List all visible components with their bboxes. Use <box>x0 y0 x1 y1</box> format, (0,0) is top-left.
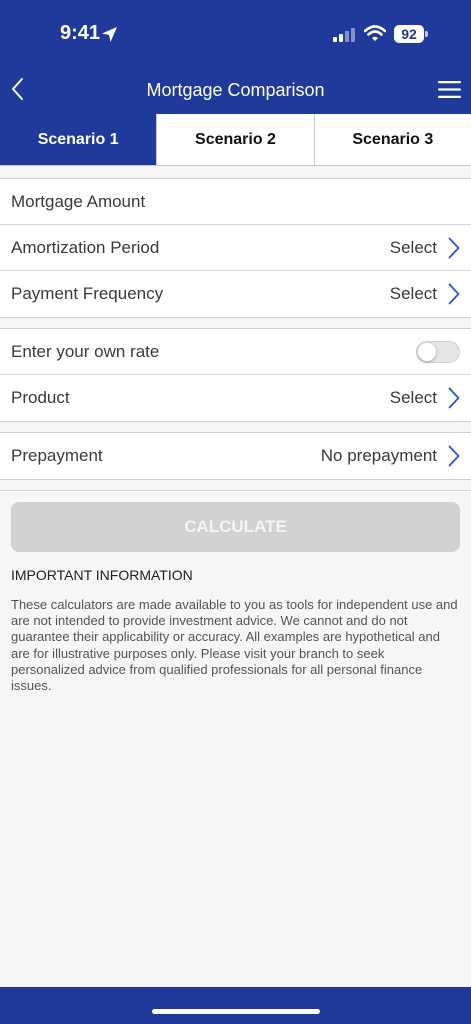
prepayment-group: Prepayment No prepayment <box>0 432 471 480</box>
home-indicator[interactable] <box>152 1009 320 1014</box>
loan-group: Mortgage Amount Amortization Period Sele… <box>0 178 471 318</box>
battery-icon: 92 <box>394 25 424 43</box>
battery-level: 92 <box>401 26 417 42</box>
status-bar: 9:41 92 <box>0 0 471 70</box>
divider <box>0 490 471 491</box>
prepayment-label: Prepayment <box>11 446 103 465</box>
battery-tip <box>425 31 428 37</box>
payment-frequency-row[interactable]: Payment Frequency Select <box>0 271 471 317</box>
rate-group: Enter your own rate Product Select <box>0 328 471 422</box>
info-heading: IMPORTANT INFORMATION <box>11 567 193 583</box>
tab-scenario-3[interactable]: Scenario 3 <box>315 114 471 165</box>
signal-icon <box>333 28 355 42</box>
prepayment-value: No prepayment <box>320 446 437 465</box>
own-rate-toggle[interactable] <box>416 341 460 363</box>
mortgage-amount-label: Mortgage Amount <box>11 192 146 211</box>
mortgage-amount-row[interactable]: Mortgage Amount <box>0 179 471 225</box>
chevron-right-icon <box>448 387 460 409</box>
tab-scenario-2[interactable]: Scenario 2 <box>157 114 315 165</box>
payment-frequency-label: Payment Frequency <box>11 284 164 303</box>
status-time: 9:41 <box>60 22 101 44</box>
product-value: Select <box>389 388 437 407</box>
info-text: These calculators are made available to … <box>11 597 458 694</box>
chevron-right-icon <box>448 237 460 259</box>
toggle-knob <box>418 343 436 361</box>
page-title: Mortgage Comparison <box>146 80 325 100</box>
scenario-tabs: Scenario 1 Scenario 2 Scenario 3 <box>0 114 471 166</box>
prepayment-row[interactable]: Prepayment No prepayment <box>0 433 471 479</box>
own-rate-row: Enter your own rate <box>0 329 471 375</box>
chevron-right-icon <box>448 445 460 467</box>
own-rate-label: Enter your own rate <box>11 342 160 361</box>
tab-scenario-1[interactable]: Scenario 1 <box>0 114 158 165</box>
amortization-period-label: Amortization Period <box>11 238 160 257</box>
payment-frequency-value: Select <box>389 284 437 303</box>
amortization-period-row[interactable]: Amortization Period Select <box>0 225 471 271</box>
location-arrow-icon <box>102 27 117 42</box>
product-row[interactable]: Product Select <box>0 375 471 421</box>
product-label: Product <box>11 388 70 407</box>
bottom-bar <box>0 987 471 1024</box>
top-bar: 9:41 92 Mortgage Comparison <box>0 0 471 114</box>
chevron-right-icon <box>448 283 460 305</box>
hamburger-menu-icon[interactable] <box>438 80 461 99</box>
amortization-period-value: Select <box>389 238 437 257</box>
wifi-icon <box>364 25 386 41</box>
calculate-button[interactable]: CALCULATE <box>11 502 460 552</box>
